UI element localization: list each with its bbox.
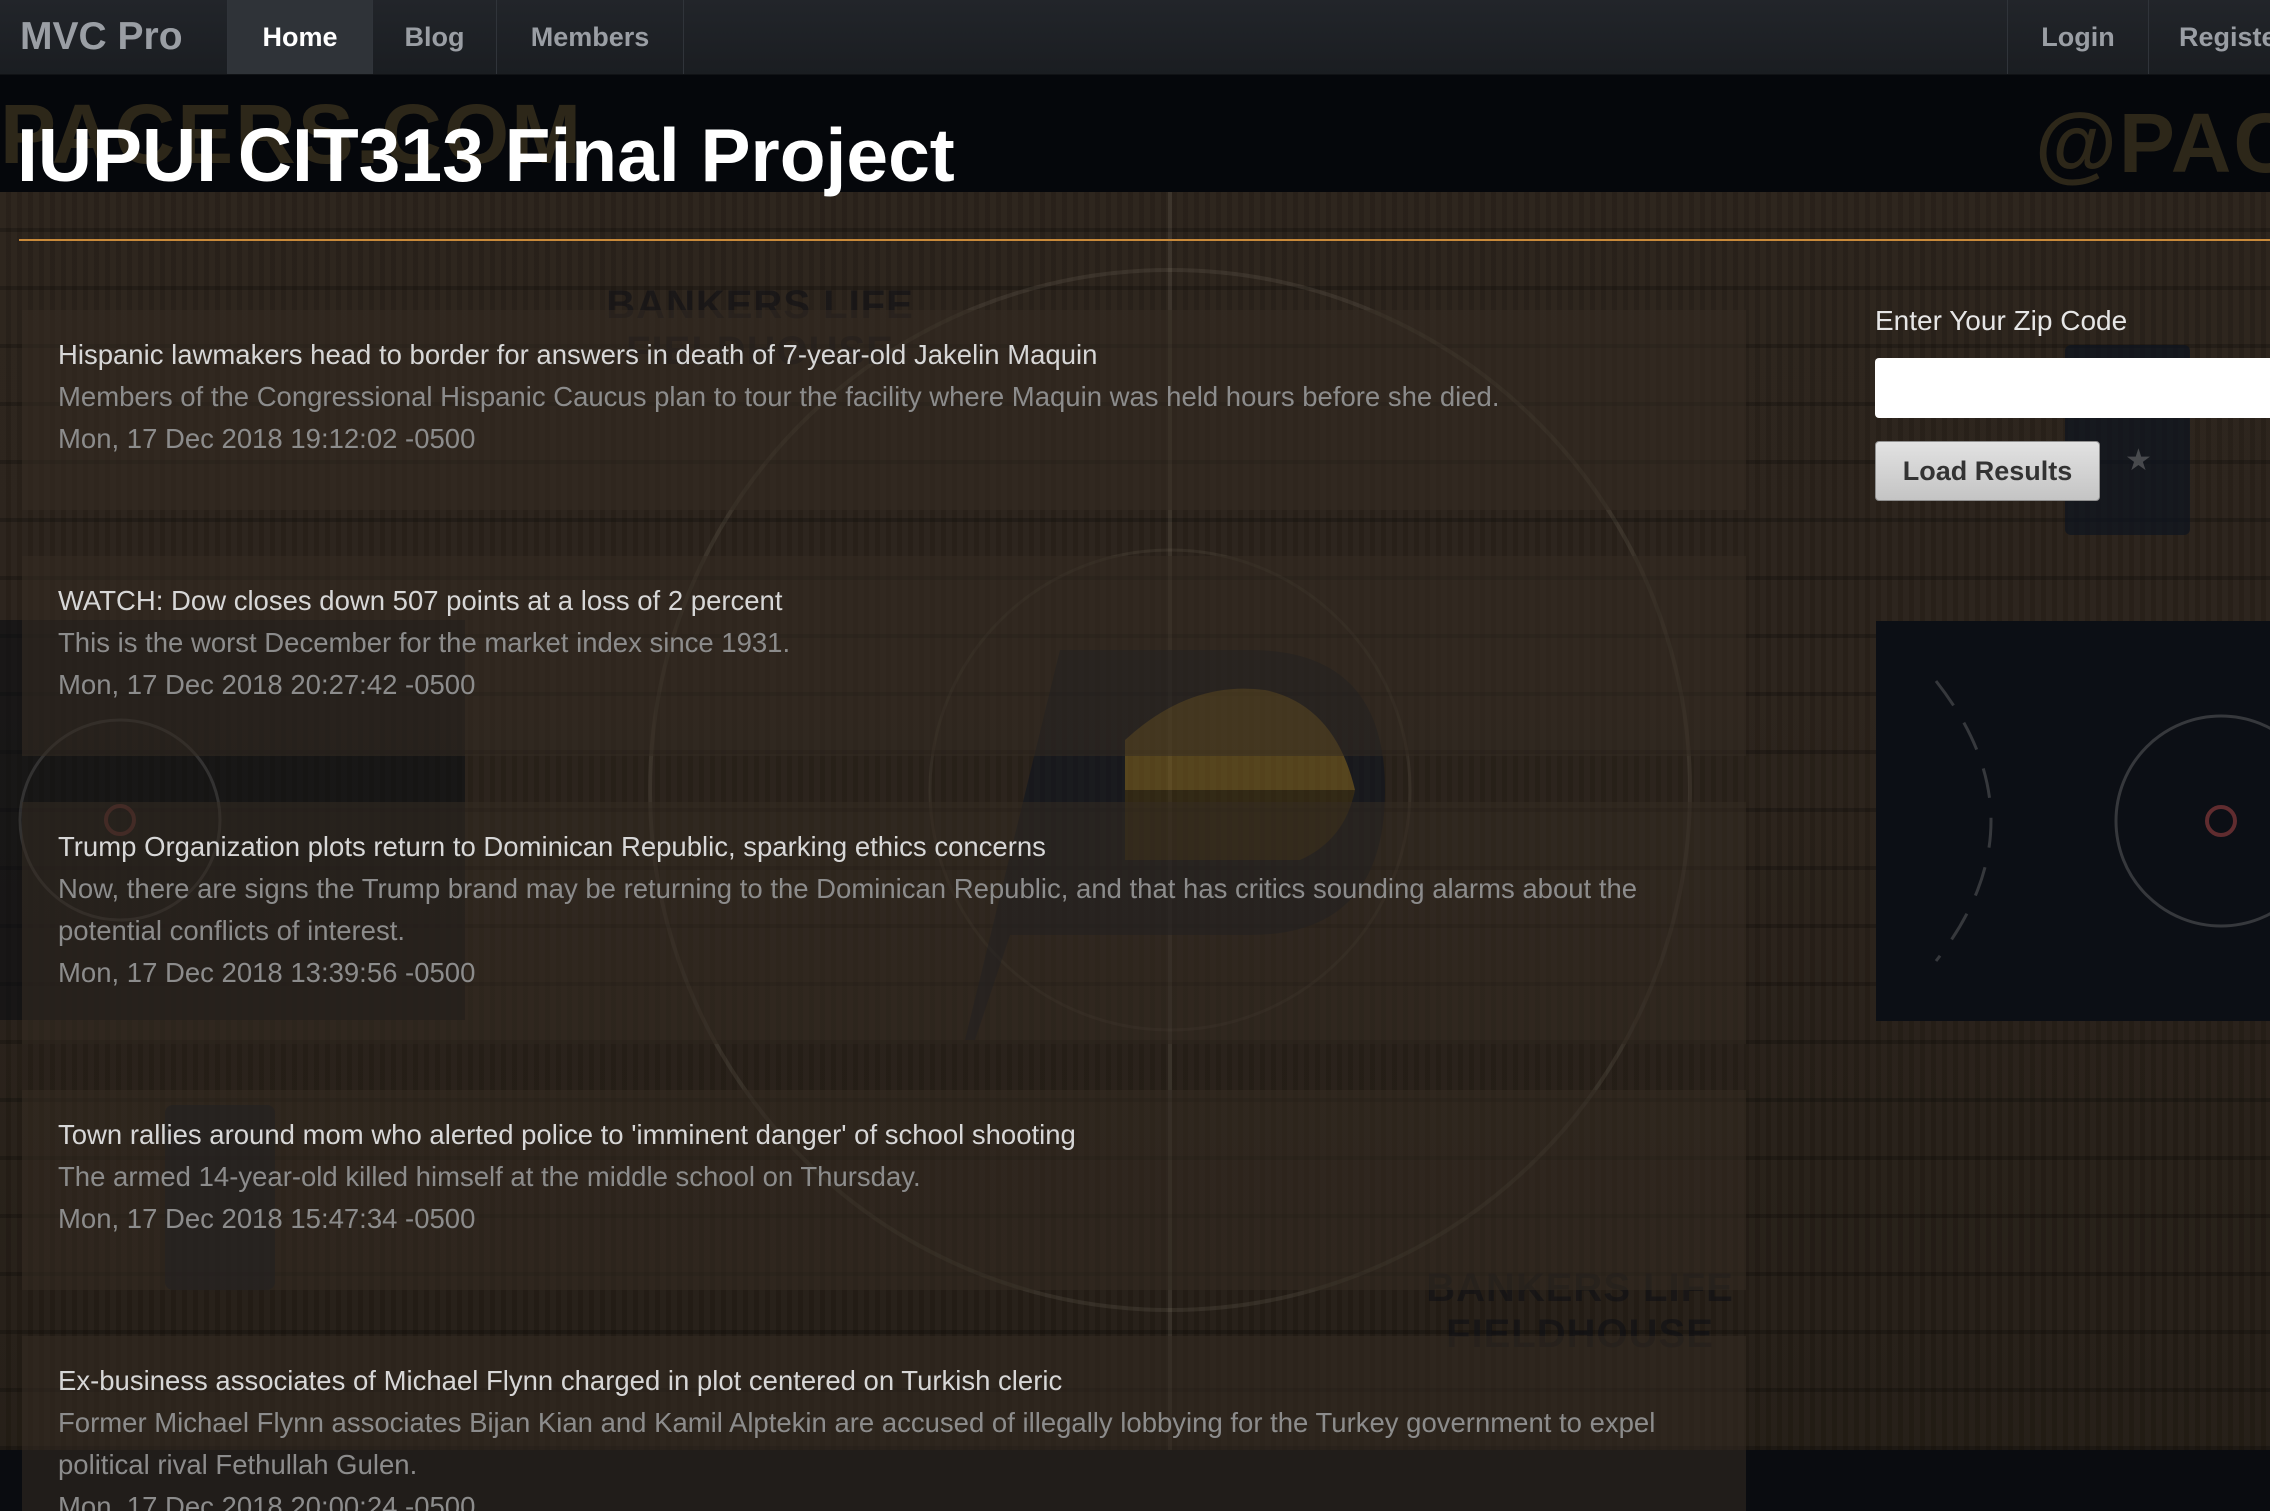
page-title: IUPUI CIT313 Final Project [17,113,955,197]
news-title[interactable]: Town rallies around mom who alerted poli… [58,1114,1746,1156]
news-description: The armed 14-year-old killed himself at … [58,1161,921,1192]
news-description: This is the worst December for the marke… [58,627,791,658]
news-title[interactable]: Ex-business associates of Michael Flynn … [58,1360,1746,1402]
news-description: Now, there are signs the Trump brand may… [58,873,1638,946]
news-item: Ex-business associates of Michael Flynn … [22,1336,1746,1511]
news-date: Mon, 17 Dec 2018 15:47:34 -0500 [58,1203,476,1234]
zip-code-input[interactable] [1875,358,2270,418]
news-item: Hispanic lawmakers head to border for an… [22,310,1746,510]
news-title[interactable]: WATCH: Dow closes down 507 points at a l… [58,580,1746,622]
nav-register[interactable]: Registe [2148,0,2270,74]
title-divider [19,239,2270,241]
news-description: Former Michael Flynn associates Bijan Ki… [58,1407,1656,1480]
zip-code-label: Enter Your Zip Code [1875,305,2128,336]
news-title[interactable]: Trump Organization plots return to Domin… [58,826,1746,868]
news-item: Town rallies around mom who alerted poli… [22,1090,1746,1290]
court-key-right [1876,621,2270,1021]
navbar: MVC Pro Home Blog Members Login Registe [0,0,2270,75]
news-date: Mon, 17 Dec 2018 19:12:02 -0500 [58,423,476,454]
nav-login[interactable]: Login [2007,0,2148,74]
news-date: Mon, 17 Dec 2018 20:00:24 -0500 [58,1491,476,1511]
nav-members[interactable]: Members [496,0,684,74]
banner-right-text: @PACE [2035,96,2270,190]
court-key-lines [1934,680,2270,962]
news-date: Mon, 17 Dec 2018 20:27:42 -0500 [58,669,476,700]
svg-text:★: ★ [2125,443,2152,478]
load-results-button[interactable]: Load Results [1875,441,2100,501]
news-title[interactable]: Hispanic lawmakers head to border for an… [58,334,1746,376]
nav-home[interactable]: Home [227,0,372,74]
news-item: Trump Organization plots return to Domin… [22,802,1746,1044]
news-item: WATCH: Dow closes down 507 points at a l… [22,556,1746,756]
news-description: Members of the Congressional Hispanic Ca… [58,381,1500,412]
news-date: Mon, 17 Dec 2018 13:39:56 -0500 [58,957,476,988]
nav-blog[interactable]: Blog [372,0,496,74]
brand-link[interactable]: MVC Pro [20,0,183,74]
